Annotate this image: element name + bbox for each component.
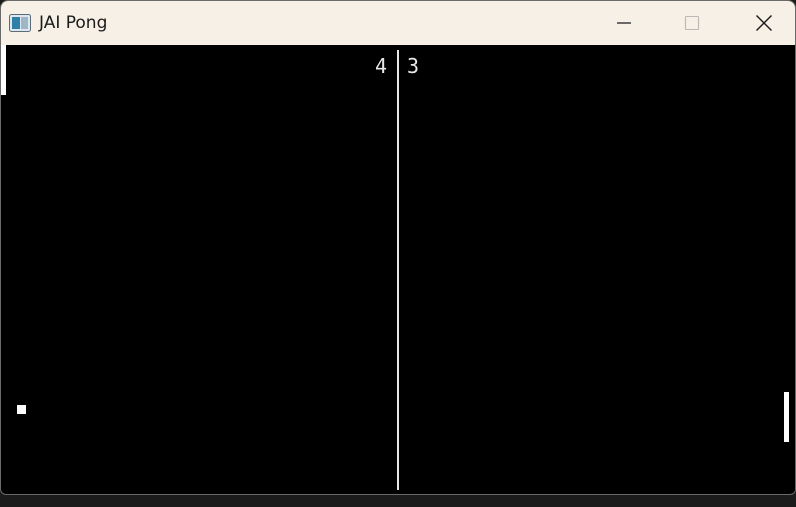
center-net [397, 50, 399, 490]
minimize-button[interactable] [601, 1, 647, 45]
window-title: JAI Pong [39, 13, 108, 33]
left-paddle [1, 45, 6, 95]
game-window: JAI Pong 4 3 [0, 0, 796, 495]
close-icon [756, 15, 772, 31]
minimize-icon [617, 22, 631, 24]
right-paddle [784, 392, 789, 442]
pong-playfield[interactable]: 4 3 [1, 45, 795, 493]
maximize-button[interactable] [669, 1, 715, 45]
left-player-score: 4 [375, 54, 388, 78]
close-button[interactable] [741, 1, 787, 45]
right-player-score: 3 [407, 54, 420, 78]
ball [17, 405, 26, 414]
app-window-icon [9, 14, 31, 32]
maximize-icon [684, 15, 700, 31]
background-strip [0, 495, 796, 507]
title-bar[interactable]: JAI Pong [1, 1, 795, 45]
